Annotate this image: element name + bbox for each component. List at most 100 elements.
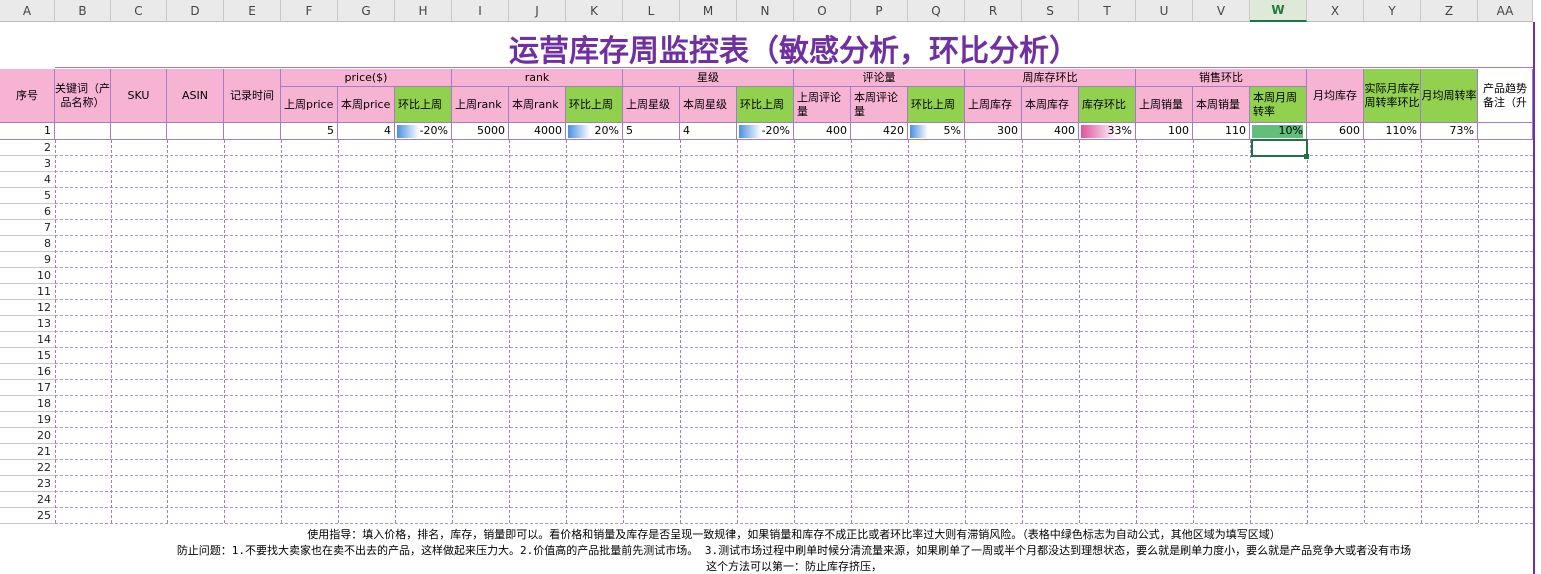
column-header-m[interactable]: M bbox=[680, 0, 737, 22]
method-note: 这个方法可以第一：防止库存挤压， bbox=[706, 560, 882, 573]
column-header-u[interactable]: U bbox=[1136, 0, 1193, 22]
cell-star-mom[interactable]: -20% bbox=[737, 123, 794, 140]
issue-prevention: 防止问题：1.不要找大卖家也在卖不出去的产品，这样做起来压力大。2.价值高的产品… bbox=[176, 544, 1412, 557]
cell-this-reviews[interactable]: 420 bbox=[851, 123, 908, 140]
column-header-t[interactable]: T bbox=[1079, 0, 1136, 22]
column-header-g[interactable]: G bbox=[338, 0, 395, 22]
column-header-c[interactable]: C bbox=[111, 0, 167, 22]
row-number: 24 bbox=[0, 492, 55, 508]
grid-column-line bbox=[851, 140, 852, 523]
column-header-aa[interactable]: AA bbox=[1478, 0, 1533, 22]
cell-actual-turnover[interactable]: 110% bbox=[1364, 123, 1421, 140]
grid-column-line bbox=[965, 140, 966, 523]
column-header-o[interactable]: O bbox=[794, 0, 851, 22]
column-header-s[interactable]: S bbox=[1022, 0, 1079, 22]
row-number: 12 bbox=[0, 300, 55, 316]
cell-monthly-turnover[interactable]: 73% bbox=[1421, 123, 1478, 140]
cell-last-rank[interactable]: 5000 bbox=[452, 123, 509, 140]
cell-last-reviews[interactable]: 400 bbox=[794, 123, 851, 140]
row-number: 25 bbox=[0, 508, 55, 524]
row-number: 7 bbox=[0, 220, 55, 236]
column-header-k[interactable]: K bbox=[566, 0, 623, 22]
row-number: 2 bbox=[0, 140, 55, 156]
row-number: 22 bbox=[0, 460, 55, 476]
row-number: 20 bbox=[0, 428, 55, 444]
cell-last-star[interactable]: 5 bbox=[623, 123, 680, 140]
cell-price-mom[interactable]: -20% bbox=[395, 123, 452, 140]
column-header-w[interactable]: W bbox=[1250, 0, 1307, 22]
grid-column-line bbox=[1421, 140, 1422, 523]
header-last-star: 上周星级 bbox=[623, 87, 680, 123]
header-last-sales: 上周销量 bbox=[1136, 87, 1193, 123]
row-number: 8 bbox=[0, 236, 55, 252]
grid-column-line bbox=[1478, 140, 1479, 523]
column-header-n[interactable]: N bbox=[737, 0, 794, 22]
grid-column-line bbox=[452, 140, 453, 523]
column-header-p[interactable]: P bbox=[851, 0, 908, 22]
cell-reviews-mom[interactable]: 5% bbox=[908, 123, 965, 140]
header-this-price: 本周price bbox=[338, 87, 395, 123]
cell-this-sales[interactable]: 110 bbox=[1193, 123, 1250, 140]
grid-column-line bbox=[1250, 140, 1251, 523]
fill-handle[interactable] bbox=[1304, 154, 1309, 159]
selected-cell-w2[interactable] bbox=[1251, 139, 1308, 157]
header-sku: SKU bbox=[111, 69, 167, 123]
column-header-q[interactable]: Q bbox=[908, 0, 965, 22]
cell-week-turnover[interactable]: 10% bbox=[1250, 123, 1307, 140]
grid-column-line bbox=[1307, 140, 1308, 523]
row1-cell-aa[interactable] bbox=[1478, 123, 1533, 140]
header-monthly-stock: 月均库存 bbox=[1307, 69, 1364, 123]
column-header-d[interactable]: D bbox=[167, 0, 224, 22]
column-header-v[interactable]: V bbox=[1193, 0, 1250, 22]
column-header-x[interactable]: X bbox=[1307, 0, 1364, 22]
row-number: 4 bbox=[0, 172, 55, 188]
header-this-sales: 本周销量 bbox=[1193, 87, 1250, 123]
header-week-turnover: 本周月周转率 bbox=[1250, 87, 1307, 123]
column-header-f[interactable]: F bbox=[281, 0, 338, 22]
cell-this-rank[interactable]: 4000 bbox=[509, 123, 566, 140]
column-header-a[interactable]: A bbox=[0, 0, 55, 22]
cell-last-stock[interactable]: 300 bbox=[965, 123, 1022, 140]
cell-stock-mom[interactable]: 33% bbox=[1079, 123, 1136, 140]
column-header-i[interactable]: I bbox=[452, 0, 509, 22]
header-group-sales: 销售环比 bbox=[1136, 69, 1307, 87]
header-asin: ASIN bbox=[167, 69, 224, 123]
cell-this-star[interactable]: 4 bbox=[680, 123, 737, 140]
header-this-rank: 本周rank bbox=[509, 87, 566, 123]
grid-column-line bbox=[167, 140, 168, 523]
header-this-star: 本周星级 bbox=[680, 87, 737, 123]
grid-column-line bbox=[794, 140, 795, 523]
column-header-z[interactable]: Z bbox=[1421, 0, 1478, 22]
cell-this-price[interactable]: 4 bbox=[338, 123, 395, 140]
row1-cell-e[interactable] bbox=[224, 123, 281, 140]
cell-last-price[interactable]: 5 bbox=[281, 123, 338, 140]
row1-cell-c[interactable] bbox=[111, 123, 167, 140]
cell-rank-mom[interactable]: 20% bbox=[566, 123, 623, 140]
column-header-e[interactable]: E bbox=[224, 0, 281, 22]
header-group-star: 星级 bbox=[623, 69, 794, 87]
grid-column-line bbox=[1364, 140, 1365, 523]
cell-monthly-stock[interactable]: 600 bbox=[1307, 123, 1364, 140]
grid-column-line bbox=[1136, 140, 1137, 523]
grid-column-line bbox=[1022, 140, 1023, 523]
header-group-stock: 周库存环比 bbox=[965, 69, 1136, 87]
header-monthly-turnover: 月均周转率 bbox=[1421, 69, 1478, 123]
row1-cell-b[interactable] bbox=[55, 123, 111, 140]
column-header-h[interactable]: H bbox=[395, 0, 452, 22]
cell-seq[interactable]: 1 bbox=[0, 123, 55, 140]
row-number: 23 bbox=[0, 476, 55, 492]
cell-this-stock[interactable]: 400 bbox=[1022, 123, 1079, 140]
header-price-mom: 环比上周 bbox=[395, 87, 452, 123]
row-number: 10 bbox=[0, 268, 55, 284]
column-header-l[interactable]: L bbox=[623, 0, 680, 22]
grid-column-line bbox=[224, 140, 225, 523]
column-header-j[interactable]: J bbox=[509, 0, 566, 22]
column-header-r[interactable]: R bbox=[965, 0, 1022, 22]
row-number: 3 bbox=[0, 156, 55, 172]
cell-last-sales[interactable]: 100 bbox=[1136, 123, 1193, 140]
spreadsheet: A B C D E F G H I J K L M N O P Q R S T U V W X Y Z AA 运营库存周监控表（敏感… bbox=[0, 0, 1541, 574]
sheet-title: 运营库存周监控表（敏感分析，环比分析） bbox=[55, 28, 1533, 69]
column-header-b[interactable]: B bbox=[55, 0, 111, 22]
row1-cell-d[interactable] bbox=[167, 123, 224, 140]
column-header-y[interactable]: Y bbox=[1364, 0, 1421, 22]
